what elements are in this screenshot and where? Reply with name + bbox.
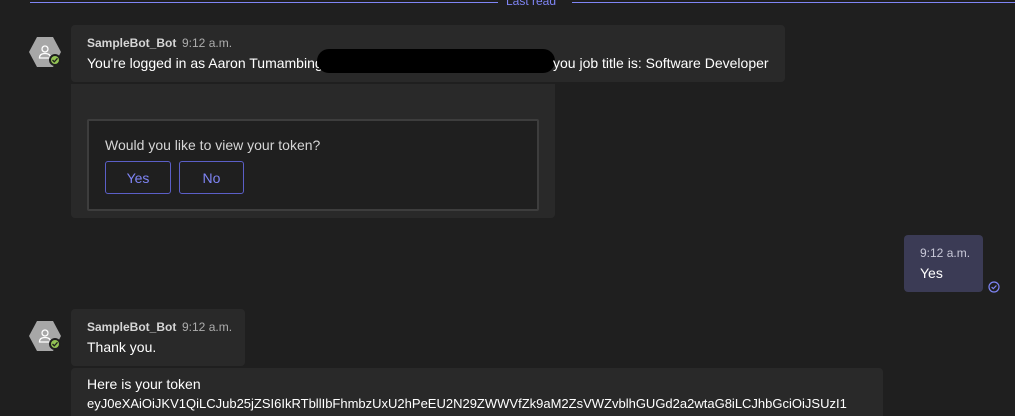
sender-name: SampleBot_Bot — [87, 36, 177, 50]
message-text-before: You're logged in as Aaron Tumambing — [87, 55, 323, 71]
message-timestamp: 9:12 a.m. — [182, 36, 233, 50]
message-bubble[interactable]: SampleBot_Bot 9:12 a.m. You're logged in… — [71, 25, 785, 82]
adaptive-card-panel: Would you like to view your token? Yes N… — [71, 84, 555, 218]
adaptive-card: Would you like to view your token? Yes N… — [87, 119, 539, 211]
bot-avatar[interactable] — [29, 36, 61, 68]
message-bubble[interactable]: SampleBot_Bot 9:12 a.m. Thank you. — [71, 309, 245, 366]
redaction-mark — [317, 49, 555, 73]
token-value-text: eyJ0eXAiOiJKV1QiLCJub25jZSI6IkRTbllIbFhm… — [87, 396, 847, 411]
own-message-text: Yes — [920, 265, 943, 281]
token-intro-text: Here is your token — [87, 376, 201, 392]
presence-available-icon — [49, 338, 61, 350]
message-timestamp: 9:12 a.m. — [182, 320, 233, 334]
last-read-label: Last read — [502, 0, 561, 8]
yes-button[interactable]: Yes — [105, 161, 171, 194]
presence-available-icon — [49, 54, 61, 66]
sender-name: SampleBot_Bot — [87, 320, 177, 334]
no-button[interactable]: No — [179, 161, 244, 194]
own-message-bubble[interactable]: 9:12 a.m. Yes — [904, 235, 983, 292]
last-read-line-left — [30, 2, 498, 3]
token-message-bubble[interactable]: Here is your token eyJ0eXAiOiJKV1QiLCJub… — [71, 368, 883, 416]
message-text: Thank you. — [87, 339, 157, 355]
read-receipt-icon — [988, 280, 1000, 293]
last-read-line-right — [572, 2, 1015, 3]
message-text-after: you job title is: Software Developer — [553, 55, 769, 71]
bot-avatar[interactable] — [29, 320, 61, 352]
card-question: Would you like to view your token? — [105, 137, 321, 153]
own-message-timestamp: 9:12 a.m. — [920, 246, 971, 260]
